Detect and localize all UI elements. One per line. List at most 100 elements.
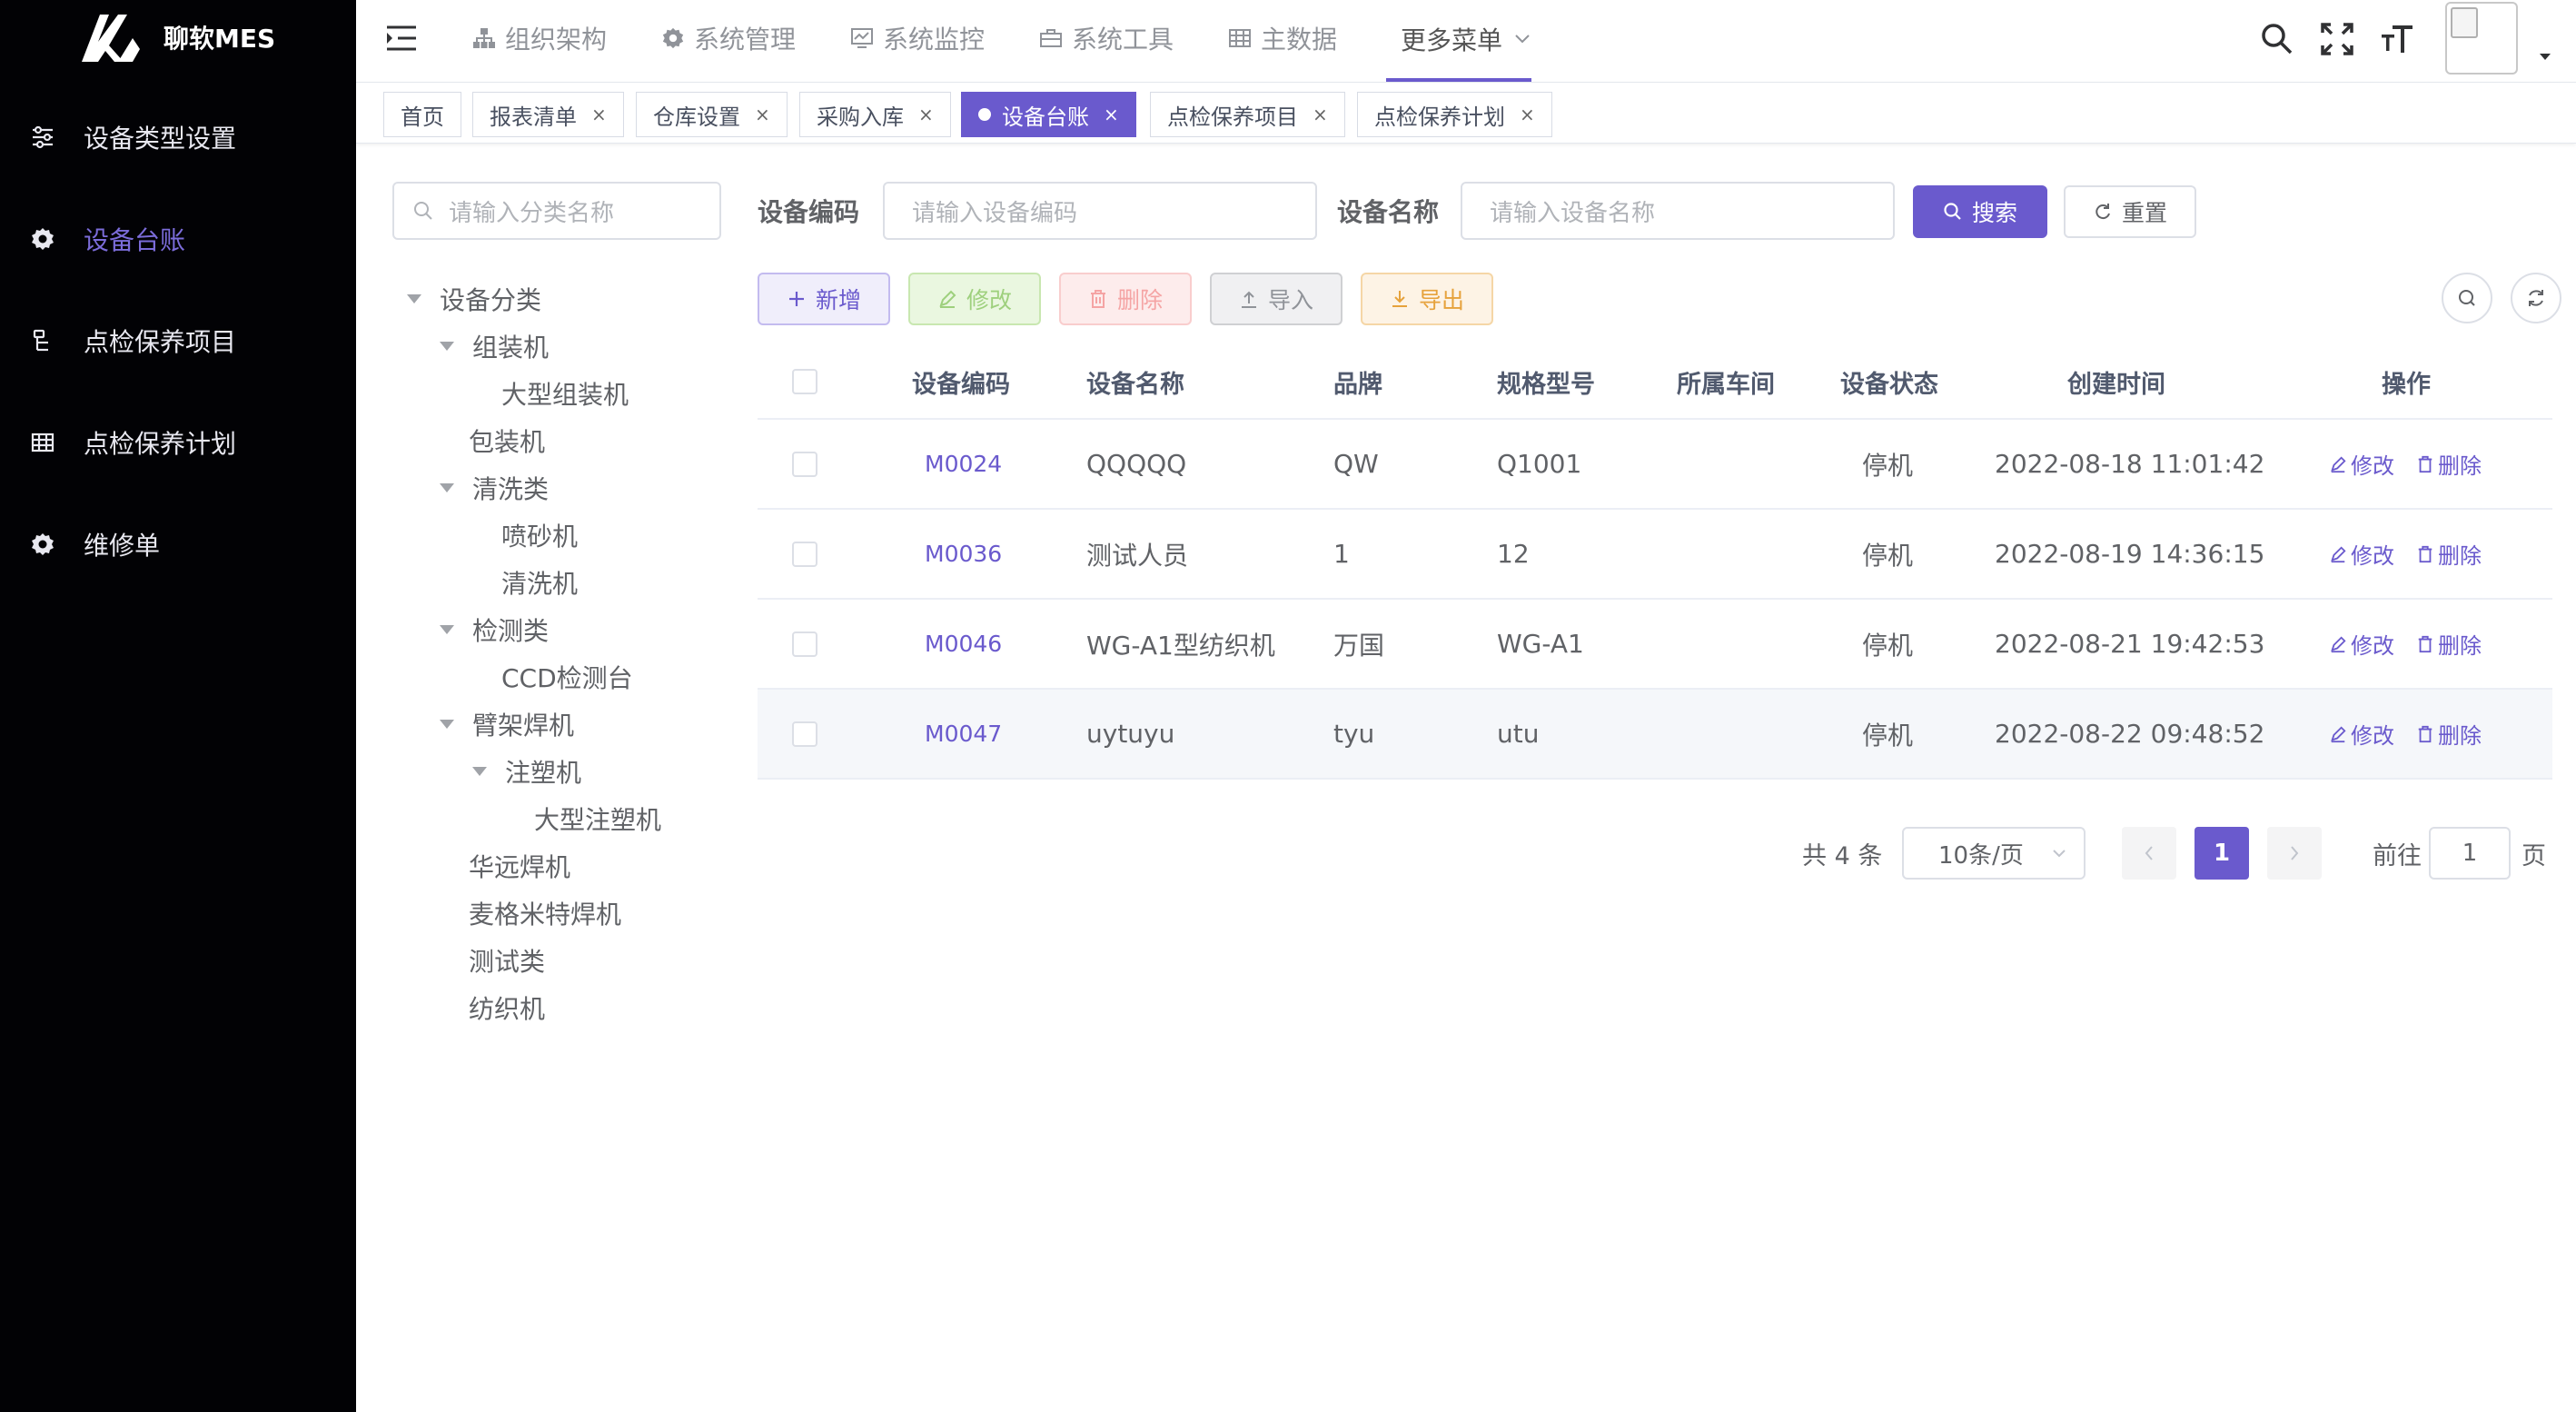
device-code-link[interactable]: M0024 [925,451,1002,477]
tree-node[interactable]: 臂架焊机 [440,701,574,747]
chevron-down-icon [2053,850,2066,858]
sidebar-item-label: 点检保养计划 [84,429,237,459]
table-row[interactable]: M0036 测试人员 1 12 停机 2022-08-19 14:36:15 修… [758,510,2552,600]
topnav-masterdata[interactable]: 主数据 [1228,0,1337,76]
topnav-tools[interactable]: 系统工具 [1039,0,1174,76]
row-edit-button[interactable]: 修改 [2329,718,2394,750]
caret-down-icon[interactable] [407,294,421,303]
tree-node[interactable]: 喷砂机 [501,512,578,558]
refresh-table-button[interactable] [2511,273,2561,323]
tag-report-list[interactable]: 报表清单 × [472,92,624,137]
tree-node[interactable]: 华远焊机 [469,843,570,889]
tag-device-ledger[interactable]: 设备台账 × [961,92,1136,137]
tag-inspection-plan[interactable]: 点检保养计划 × [1357,92,1552,137]
device-code-link[interactable]: M0046 [925,631,1002,657]
device-code-input[interactable]: 请输入设备编码 [883,182,1317,240]
reset-button[interactable]: 重置 [2064,185,2196,238]
tag-home[interactable]: 首页 [383,92,461,137]
close-icon[interactable]: × [918,104,934,125]
toggle-search-button[interactable] [2442,273,2492,323]
column-header: 设备编码 [912,370,1010,399]
sidebar-item-inspection-item[interactable]: 点检保养项目 [0,300,356,382]
topnav-org[interactable]: 组织架构 [472,0,607,76]
tree-node[interactable]: 麦格米特焊机 [469,890,621,936]
table-row[interactable]: M0047 uytuyu tyu utu 停机 2022-08-22 09:48… [758,690,2552,780]
next-page-button[interactable] [2267,827,2322,880]
row-edit-button[interactable]: 修改 [2329,448,2394,480]
row-delete-button[interactable]: 删除 [2416,718,2482,750]
tree-node[interactable]: 检测类 [440,607,549,652]
topnav-monitor[interactable]: 系统监控 [850,0,985,76]
row-delete-button[interactable]: 删除 [2416,538,2482,570]
caret-down-icon[interactable] [440,625,454,634]
export-button[interactable]: 导出 [1361,273,1493,325]
tree-node[interactable]: 组装机 [440,323,549,369]
row-edit-button[interactable]: 修改 [2329,628,2394,660]
prev-page-button[interactable] [2122,827,2176,880]
delete-button-label: 删除 [1116,287,1163,313]
sidebar-item-device-ledger[interactable]: 设备台账 [0,198,356,280]
tag-inspection-item[interactable]: 点检保养项目 × [1150,92,1345,137]
row-delete-button[interactable]: 删除 [2416,628,2482,660]
caret-down-icon[interactable] [2538,51,2552,62]
sidebar-item-device-type[interactable]: 设备类型设置 [0,96,356,178]
caret-down-icon[interactable] [440,483,454,492]
font-size-icon[interactable] [2378,20,2416,58]
page-number-button[interactable]: 1 [2195,827,2249,880]
close-icon[interactable]: × [591,104,607,125]
tree-node[interactable]: 清洗类 [440,465,549,511]
table-row[interactable]: M0046 WG-A1型纺织机 万国 WG-A1 停机 2022-08-21 1… [758,600,2552,690]
tree-node[interactable]: CCD检测台 [501,654,633,700]
tree-node[interactable]: 大型组装机 [501,371,629,416]
goto-page-input[interactable]: 1 [2429,827,2511,880]
topnav-system[interactable]: 系统管理 [661,0,796,76]
close-icon[interactable]: × [755,104,770,125]
device-name-input[interactable]: 请输入设备名称 [1461,182,1895,240]
fullscreen-icon[interactable] [2318,20,2356,58]
tree-node-label: 检测类 [472,616,550,646]
sidebar-item-inspection-plan[interactable]: 点检保养计划 [0,402,356,483]
menu-toggle-icon[interactable] [385,22,421,55]
row-checkbox[interactable] [792,420,817,508]
sidebar-item-repair-order[interactable]: 维修单 [0,503,356,585]
add-button[interactable]: 新增 [758,273,890,325]
device-name-cell: WG-A1型纺织机 [1086,630,1275,661]
row-edit-button[interactable]: 修改 [2329,538,2394,570]
tree-node[interactable]: 清洗机 [501,560,578,605]
tree-node[interactable]: 注塑机 [472,749,581,794]
search-button[interactable]: 搜索 [1913,185,2047,238]
tag-warehouse[interactable]: 仓库设置 × [636,92,788,137]
edit-button[interactable]: 修改 [908,273,1041,325]
page-size-select[interactable]: 10条/页 [1902,827,2086,880]
row-checkbox[interactable] [792,600,817,688]
select-all-checkbox[interactable] [792,345,817,418]
caret-down-icon[interactable] [472,767,487,776]
column-header: 品牌 [1333,370,1382,399]
tree-node[interactable]: 包装机 [469,418,545,463]
device-code-link[interactable]: M0036 [925,541,1002,567]
search-icon[interactable] [2258,20,2296,58]
close-icon[interactable]: × [1104,104,1119,125]
tree-node[interactable]: 大型注塑机 [534,796,661,841]
tree-search-input[interactable]: 请输入分类名称 [392,182,721,240]
delete-button[interactable]: 删除 [1059,273,1192,325]
device-code-link[interactable]: M0047 [925,721,1002,747]
row-checkbox[interactable] [792,510,817,598]
table-row[interactable]: M0024 QQQQQ QW Q1001 停机 2022-08-18 11:01… [758,420,2552,510]
import-button[interactable]: 导入 [1210,273,1342,325]
row-delete-button[interactable]: 删除 [2416,448,2482,480]
row-checkbox[interactable] [792,690,817,778]
caret-down-icon[interactable] [440,342,454,351]
close-icon[interactable]: × [1520,104,1535,125]
tag-label: 仓库设置 [653,104,740,130]
tree-node[interactable]: 测试类 [469,938,545,983]
close-icon[interactable]: × [1313,104,1328,125]
tree-node[interactable]: 纺织机 [469,985,545,1030]
row-delete-label: 删除 [2438,633,2482,659]
reset-button-label: 重置 [2121,200,2167,226]
tag-purchase-in[interactable]: 采购入库 × [799,92,951,137]
avatar[interactable] [2445,2,2518,75]
topnav-more[interactable]: 更多菜单 [1386,0,1531,82]
tree-node[interactable]: 设备分类 [407,276,541,322]
caret-down-icon[interactable] [440,720,454,729]
